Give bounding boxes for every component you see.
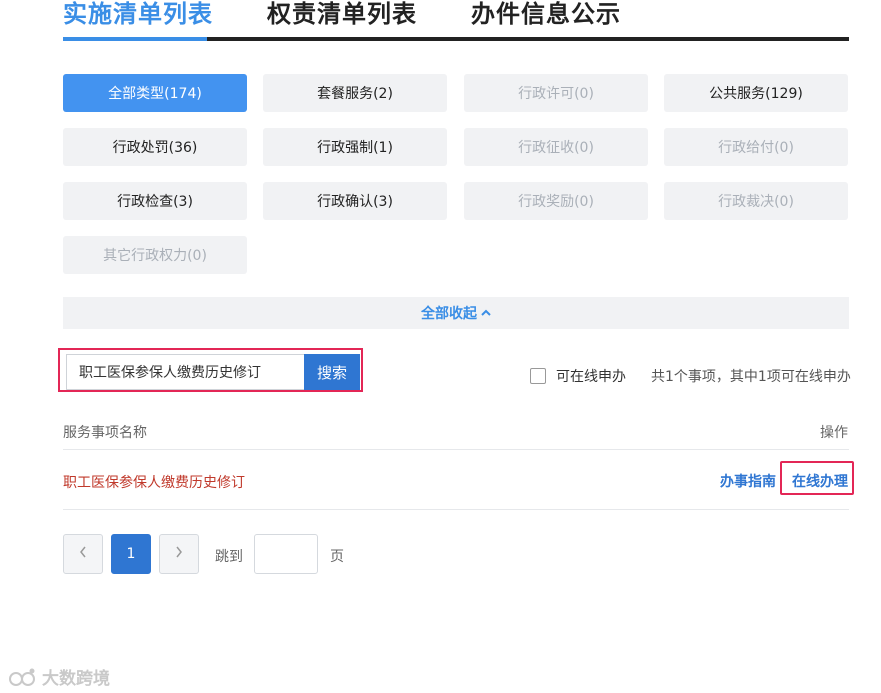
tab-authority-list[interactable]: 权责清单列表 [267, 0, 417, 29]
category-admin-inspection[interactable]: 行政检查(3) [63, 182, 247, 220]
search-button[interactable]: 搜索 [304, 354, 360, 390]
chevron-up-icon [481, 306, 491, 320]
column-header-action: 操作 [820, 425, 848, 441]
header-divider [63, 449, 849, 450]
service-item-name[interactable]: 职工医保参保人缴费历史修订 [63, 472, 245, 492]
guide-link[interactable]: 办事指南 [720, 471, 776, 491]
tab-implementation-list[interactable]: 实施清单列表 [63, 0, 213, 29]
tab-active-indicator [63, 37, 207, 41]
column-header-name: 服务事项名称 [63, 425, 147, 441]
category-admin-confirmation[interactable]: 行政确认(3) [263, 182, 447, 220]
category-admin-reward: 行政奖励(0) [464, 182, 648, 220]
tab-case-publicity[interactable]: 办件信息公示 [471, 0, 621, 29]
category-public-service[interactable]: 公共服务(129) [664, 74, 848, 112]
row-divider [63, 509, 849, 510]
chevron-right-icon [175, 546, 183, 562]
category-admin-levy: 行政征收(0) [464, 128, 648, 166]
online-handle-link[interactable]: 在线办理 [792, 471, 848, 491]
page-suffix-label: 页 [330, 549, 344, 565]
watermark: 大数跨境 [8, 664, 110, 689]
category-all[interactable]: 全部类型(174) [63, 74, 247, 112]
watermark-logo-icon [9, 668, 35, 686]
category-admin-license: 行政许可(0) [464, 74, 648, 112]
jump-label: 跳到 [215, 549, 243, 565]
prev-page-button[interactable] [63, 534, 103, 574]
page-button-current[interactable]: 1 [111, 534, 151, 574]
collapse-all-button[interactable]: 全部收起 [63, 297, 849, 329]
category-admin-ruling: 行政裁决(0) [664, 182, 848, 220]
online-checkbox[interactable] [530, 368, 546, 384]
chevron-left-icon [79, 546, 87, 562]
category-admin-penalty[interactable]: 行政处罚(36) [63, 128, 247, 166]
next-page-button[interactable] [159, 534, 199, 574]
online-filter[interactable]: 可在线申办 [530, 366, 626, 386]
category-other-powers: 其它行政权力(0) [63, 236, 247, 274]
watermark-text: 大数跨境 [42, 669, 110, 689]
jump-page-input[interactable] [254, 534, 318, 574]
search-highlight: 搜索 [58, 348, 363, 392]
search-input[interactable] [66, 354, 304, 390]
online-filter-label: 可在线申办 [556, 369, 626, 385]
category-package-service[interactable]: 套餐服务(2) [263, 74, 447, 112]
tab-bar: 实施清单列表 权责清单列表 办件信息公示 [63, 0, 849, 42]
category-admin-enforcement[interactable]: 行政强制(1) [263, 128, 447, 166]
collapse-label: 全部收起 [421, 306, 477, 322]
category-admin-payment: 行政给付(0) [664, 128, 848, 166]
result-summary: 共1个事项，其中1项可在线申办 [651, 369, 851, 385]
